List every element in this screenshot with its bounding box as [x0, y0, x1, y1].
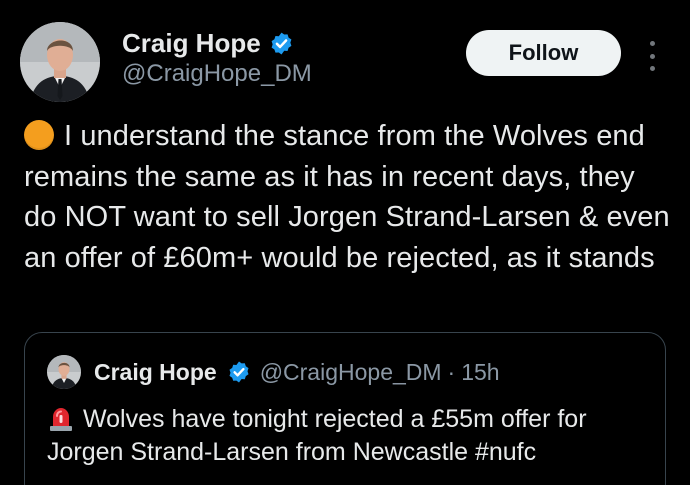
tweet-card: Craig Hope @CraigHope_DM Follow I unders… — [0, 0, 690, 485]
author-handle[interactable]: @CraigHope_DM — [122, 59, 312, 89]
quoted-tweet[interactable]: Craig Hope @CraigHope_DM · 15h Wolves ha… — [24, 332, 666, 485]
quoted-handle: @CraigHope_DM — [259, 358, 442, 385]
quoted-body: Wolves have tonight rejected a £55m offe… — [47, 405, 587, 466]
quoted-verified-badge-icon — [227, 360, 251, 384]
quoted-tweet-text: Wolves have tonight rejected a £55m offe… — [47, 403, 647, 469]
police-siren-icon — [47, 404, 75, 432]
author-block: Craig Hope @CraigHope_DM — [122, 28, 312, 89]
avatar-image — [20, 22, 100, 102]
author-display-name[interactable]: Craig Hope — [122, 28, 261, 58]
verified-badge-icon — [269, 31, 294, 56]
orange-circle-icon — [24, 120, 54, 150]
quoted-timestamp: 15h — [461, 358, 500, 385]
separator-dot: · — [447, 358, 456, 385]
avatar[interactable] — [20, 22, 100, 102]
quoted-display-name: Craig Hope — [94, 358, 217, 385]
more-options-icon[interactable] — [644, 38, 660, 74]
quoted-avatar — [47, 355, 81, 389]
tweet-body: I understand the stance from the Wolves … — [24, 120, 670, 274]
quoted-tweet-header: Craig Hope @CraigHope_DM · 15h — [47, 355, 500, 389]
tweet-text: I understand the stance from the Wolves … — [24, 116, 674, 278]
follow-button[interactable]: Follow — [466, 30, 621, 76]
